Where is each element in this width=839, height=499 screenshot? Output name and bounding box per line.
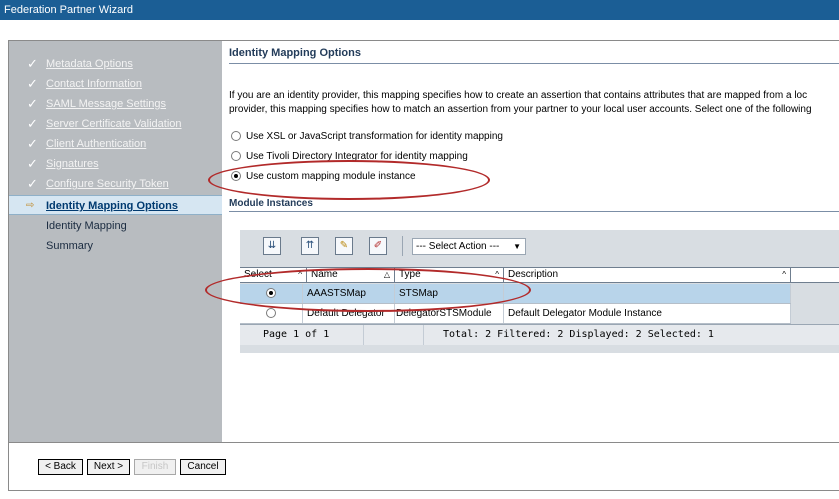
expand-all-icon[interactable]: ⇊ xyxy=(263,237,281,255)
row-description: Default Delegator Module Instance xyxy=(504,304,791,323)
radio-button-selected[interactable] xyxy=(231,171,241,182)
sort-asc-icon: ^ xyxy=(782,270,786,279)
row-type: STSMap xyxy=(395,284,504,303)
module-instances-heading: Module Instances xyxy=(229,198,313,209)
sort-triangle-icon: △ xyxy=(383,270,390,279)
table-row[interactable]: Default Delegator DelegatorSTSModule Def… xyxy=(240,304,791,324)
column-header-select[interactable]: Select ^ xyxy=(240,268,307,282)
select-action-dropdown[interactable]: --- Select Action --- ▼ xyxy=(412,238,526,255)
description-line: provider, this mapping specifies how to … xyxy=(229,104,812,115)
row-description xyxy=(504,284,791,303)
row-select-cell[interactable] xyxy=(240,304,303,323)
select-action-value: --- Select Action --- xyxy=(416,241,500,252)
finish-button: Finish xyxy=(134,459,176,475)
sort-asc-icon: ^ xyxy=(495,270,499,279)
next-button[interactable]: Next > xyxy=(87,459,130,475)
row-type: DelegatorSTSModule xyxy=(395,304,504,323)
option-label: Use custom mapping module instance xyxy=(246,171,416,182)
check-icon: ✓ xyxy=(27,156,38,171)
column-header-type[interactable]: Type ^ xyxy=(395,268,504,282)
row-name: AAASTSMap xyxy=(303,284,395,303)
check-icon: ✓ xyxy=(27,176,38,191)
column-header-description[interactable]: Description ^ xyxy=(504,268,791,282)
collapse-all-icon[interactable]: ⇈ xyxy=(301,237,319,255)
row-select-cell[interactable] xyxy=(240,284,303,303)
step-server-certificate-validation[interactable]: ✓ Server Certificate Validation xyxy=(9,114,222,134)
check-icon: ✓ xyxy=(27,56,38,71)
row-radio[interactable] xyxy=(266,308,276,319)
pager-divider xyxy=(423,325,424,345)
table-pager: Page 1 of 1 Total: 2 Filtered: 2 Display… xyxy=(240,324,839,345)
step-label: Configure Security Token xyxy=(46,178,169,190)
step-configure-security-token[interactable]: ✓ Configure Security Token xyxy=(9,174,222,194)
main-content: Identity Mapping Options If you are an i… xyxy=(223,41,839,442)
step-label: Identity Mapping Options xyxy=(46,200,178,212)
description-text: If you are an identity provider, this ma… xyxy=(229,89,839,117)
back-button[interactable]: < Back xyxy=(38,459,83,475)
window-title: Federation Partner Wizard xyxy=(0,0,839,20)
module-instances-table: ⇊ ⇈ ✎ ✐ --- Select Action --- ▼ Select ^ … xyxy=(240,230,839,353)
step-label: Contact Information xyxy=(46,78,142,90)
option-xsl-javascript[interactable]: Use XSL or JavaScript transformation for… xyxy=(231,129,503,145)
column-header-name[interactable]: Name △ xyxy=(307,268,395,282)
step-label: Client Authentication xyxy=(46,138,147,150)
step-label: Signatures xyxy=(46,158,99,170)
row-name: Default Delegator xyxy=(303,304,395,323)
page-title: Identity Mapping Options xyxy=(229,47,361,59)
current-step-arrow-icon: ⇨ xyxy=(26,200,35,211)
step-saml-message-settings[interactable]: ✓ SAML Message Settings xyxy=(9,94,222,114)
step-label: Server Certificate Validation xyxy=(46,118,182,130)
step-signatures[interactable]: ✓ Signatures xyxy=(9,154,222,174)
toolbar-separator xyxy=(402,236,403,256)
edit-pencil-icon[interactable]: ✎ xyxy=(335,237,353,255)
step-label: Identity Mapping xyxy=(46,220,127,232)
option-custom-mapping-module[interactable]: Use custom mapping module instance xyxy=(231,169,416,185)
step-identity-mapping-options[interactable]: ⇨ Identity Mapping Options xyxy=(9,195,222,215)
row-radio-selected[interactable] xyxy=(266,288,276,299)
option-label: Use XSL or JavaScript transformation for… xyxy=(246,131,503,142)
radio-button[interactable] xyxy=(231,151,241,162)
pager-divider xyxy=(363,325,364,345)
title-divider xyxy=(229,63,839,64)
wizard-steps-sidebar: ✓ Metadata Options ✓ Contact Information… xyxy=(9,41,222,442)
check-icon: ✓ xyxy=(27,96,38,111)
table-header: Select ^ Name △ Type ^ Description ^ xyxy=(240,267,839,283)
chevron-down-icon: ▼ xyxy=(513,242,521,251)
check-icon: ✓ xyxy=(27,136,38,151)
step-identity-mapping: Identity Mapping xyxy=(9,216,222,236)
step-label: Metadata Options xyxy=(46,58,133,70)
step-label: SAML Message Settings xyxy=(46,98,167,110)
footer-divider xyxy=(9,442,839,443)
step-label: Summary xyxy=(46,240,94,252)
table-row[interactable]: AAASTSMap STSMap xyxy=(240,284,791,304)
module-instances-divider xyxy=(229,211,839,212)
option-tivoli-directory-integrator[interactable]: Use Tivoli Directory Integrator for iden… xyxy=(231,149,468,165)
sort-asc-icon: ^ xyxy=(298,270,302,279)
cancel-button[interactable]: Cancel xyxy=(180,459,226,475)
page-indicator: Page 1 of 1 xyxy=(263,329,330,340)
description-line: If you are an identity provider, this ma… xyxy=(229,90,808,101)
step-contact-information[interactable]: ✓ Contact Information xyxy=(9,74,222,94)
step-metadata-options[interactable]: ✓ Metadata Options xyxy=(9,54,222,74)
table-stats: Total: 2 Filtered: 2 Displayed: 2 Select… xyxy=(443,329,714,340)
check-icon: ✓ xyxy=(27,116,38,131)
radio-button[interactable] xyxy=(231,131,241,142)
clear-eraser-icon[interactable]: ✐ xyxy=(369,237,387,255)
step-summary: Summary xyxy=(9,236,222,256)
step-client-authentication[interactable]: ✓ Client Authentication xyxy=(9,134,222,154)
check-icon: ✓ xyxy=(27,76,38,91)
option-label: Use Tivoli Directory Integrator for iden… xyxy=(246,151,468,162)
